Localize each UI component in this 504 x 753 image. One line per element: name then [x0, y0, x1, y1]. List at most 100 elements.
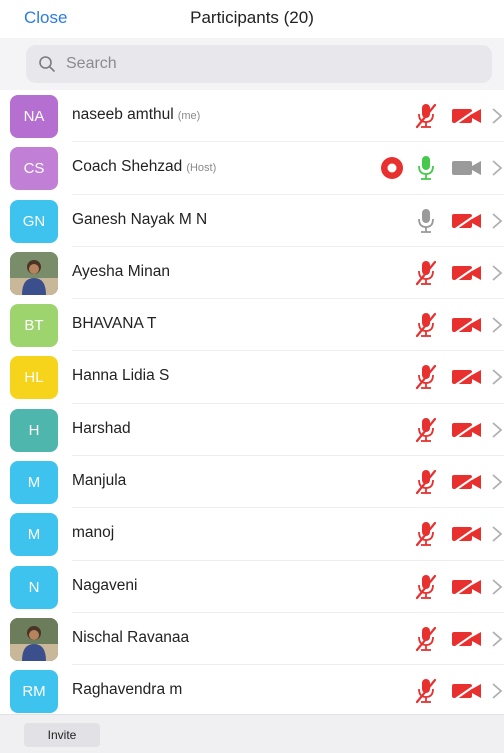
participant-name: Manjula [72, 472, 127, 490]
participant-name-cell: Ganesh Nayak M N [72, 211, 207, 229]
participant-controls [374, 154, 504, 182]
participant-role-tag: (me) [177, 110, 201, 122]
recording-icon [380, 156, 404, 180]
video-off-icon[interactable] [450, 576, 484, 598]
avatar [10, 251, 58, 295]
participant-row[interactable]: CS Coach Shehzad (Host) [0, 142, 504, 195]
avatar: M [10, 461, 58, 505]
participant-controls [374, 259, 504, 287]
chevron-right-icon[interactable] [490, 106, 504, 126]
participant-controls [374, 102, 504, 130]
video-off-icon[interactable] [450, 680, 484, 702]
video-off-icon[interactable] [450, 210, 484, 232]
mic-muted-icon[interactable] [414, 520, 438, 548]
participant-row[interactable]: GN Ganesh Nayak M N [0, 195, 504, 248]
participant-name-cell: naseeb amthul (me) [72, 106, 200, 124]
participant-controls [374, 573, 504, 601]
participant-name-cell: Raghavendra m [72, 681, 182, 699]
search-bar-area [0, 38, 504, 90]
chevron-right-icon[interactable] [490, 315, 504, 335]
participant-name-cell: Nischal Ravanaa [72, 629, 189, 647]
participant-row[interactable]: BT BHAVANA T [0, 299, 504, 352]
participant-row[interactable]: HL Hanna Lidia S [0, 351, 504, 405]
participant-name: Ganesh Nayak M N [72, 210, 208, 228]
participant-name: Raghavendra m [72, 681, 183, 699]
participant-row[interactable]: H Harshad [0, 404, 504, 457]
participant-name-cell: Hanna Lidia S [72, 367, 169, 385]
avatar: NA [10, 95, 58, 138]
participant-name: Nagaveni [72, 576, 138, 594]
participant-controls [374, 311, 504, 339]
chevron-right-icon[interactable] [490, 367, 504, 387]
video-off-icon[interactable] [450, 471, 484, 493]
chevron-right-icon[interactable] [490, 524, 504, 544]
participant-controls [374, 520, 504, 548]
chevron-right-icon[interactable] [490, 211, 504, 231]
chevron-right-icon[interactable] [490, 577, 504, 597]
video-off-icon[interactable] [450, 314, 484, 336]
chevron-right-icon[interactable] [490, 472, 504, 492]
mic-muted-icon[interactable] [414, 677, 438, 705]
participant-row[interactable]: Nischal Ravanaa [0, 613, 504, 666]
mic-muted-icon[interactable] [414, 416, 438, 444]
participant-name: BHAVANA T [72, 315, 157, 333]
video-off-icon[interactable] [450, 523, 484, 545]
video-off-icon[interactable] [450, 628, 484, 650]
participant-name: manoj [72, 524, 115, 542]
participant-name: Coach Shehzad [72, 158, 183, 176]
participant-row[interactable]: Mmanoj [0, 508, 504, 561]
participant-name: naseeb amthul [72, 106, 174, 123]
chevron-right-icon[interactable] [490, 629, 504, 649]
video-icon[interactable] [450, 157, 484, 179]
video-off-icon[interactable] [450, 105, 484, 127]
avatar: HL [10, 356, 58, 400]
participant-name-cell: Ayesha Minan [72, 263, 170, 281]
avatar [10, 617, 58, 661]
mic-muted-icon[interactable] [414, 625, 438, 653]
participant-role-tag: (Host) [186, 162, 217, 175]
participant-list: NA naseeb amthul (me) CS Coach Shehzad (Host)… [0, 90, 504, 718]
mic-icon[interactable] [414, 207, 438, 235]
participant-controls [374, 468, 504, 496]
invite-button[interactable]: Invite [24, 723, 100, 747]
participant-controls [374, 207, 504, 235]
mic-muted-icon[interactable] [414, 102, 438, 130]
mic-muted-icon[interactable] [414, 573, 438, 601]
participant-controls [374, 625, 504, 653]
participant-name-cell: BHAVANA T [72, 315, 156, 333]
mic-muted-icon[interactable] [414, 363, 438, 391]
bottom-bar: Invite [0, 714, 504, 753]
mic-muted-icon[interactable] [414, 311, 438, 339]
participant-name-cell: Coach Shehzad (Host) [72, 158, 216, 176]
participant-name: Ayesha Minan [72, 262, 170, 280]
chevron-right-icon[interactable] [490, 263, 504, 283]
video-off-icon[interactable] [450, 419, 484, 441]
chevron-right-icon[interactable] [490, 681, 504, 701]
participant-name-cell: Manjula [72, 472, 126, 490]
participant-name: Hanna Lidia S [72, 367, 170, 385]
participant-row[interactable]: NA naseeb amthul (me) [0, 90, 504, 143]
avatar: M [10, 513, 58, 557]
search-icon [39, 56, 55, 72]
participant-row[interactable]: RM Raghavendra m [0, 665, 504, 718]
participant-row[interactable]: Ayesha Minan [0, 247, 504, 300]
chevron-right-icon[interactable] [490, 420, 504, 440]
participant-name-cell: manoj [72, 524, 114, 542]
avatar: H [10, 408, 58, 452]
search-box[interactable] [26, 45, 492, 83]
video-off-icon[interactable] [450, 366, 484, 388]
avatar: N [10, 565, 58, 609]
participant-row[interactable]: M Manjula [0, 456, 504, 509]
top-bar: Close Participants (20) [0, 0, 504, 38]
avatar: BT [10, 304, 58, 348]
avatar: CS [10, 147, 58, 191]
mic-muted-icon[interactable] [414, 468, 438, 496]
mic-muted-icon[interactable] [414, 259, 438, 287]
participant-name: Nischal Ravanaa [72, 628, 190, 646]
mic-icon[interactable] [414, 154, 438, 182]
search-input[interactable] [66, 45, 466, 83]
video-off-icon[interactable] [450, 262, 484, 284]
chevron-right-icon[interactable] [490, 158, 504, 178]
avatar: GN [10, 199, 58, 243]
participant-row[interactable]: N Nagaveni [0, 561, 504, 614]
